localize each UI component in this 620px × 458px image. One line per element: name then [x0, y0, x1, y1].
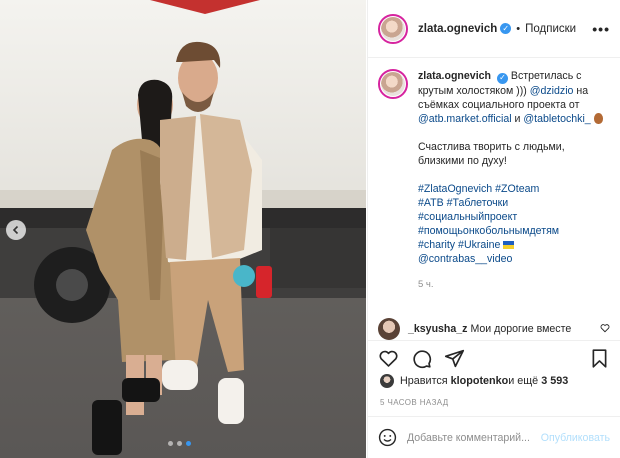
- comment-like-heart-icon[interactable]: [600, 323, 610, 336]
- post-header: zlata.ognevich ✓ • Подписки •••: [368, 0, 620, 58]
- mention-link[interactable]: @contrabas__video: [418, 253, 512, 265]
- likes-summary: Нравится klopotenko и ещё 3 593: [380, 374, 610, 388]
- comment-text: Мои дорогие вместе: [470, 323, 572, 335]
- publish-button[interactable]: Опубликовать: [541, 432, 610, 444]
- mention-link[interactable]: @atb.market.official: [418, 113, 512, 125]
- more-options-icon[interactable]: •••: [592, 21, 610, 37]
- likes-prefix: Нравится: [400, 375, 448, 387]
- carousel-dot-active: [186, 441, 191, 446]
- photo-illustration: [0, 0, 366, 458]
- caption-text-3: и: [511, 112, 524, 125]
- hashtag-link[interactable]: #помощьонкобольнымдетям: [418, 225, 559, 237]
- liker-avatar[interactable]: [380, 374, 394, 388]
- mention-link[interactable]: @tabletochki_: [523, 113, 590, 125]
- share-icon[interactable]: [444, 348, 465, 369]
- post-side-panel: zlata.ognevich ✓ • Подписки ••• zlata.og…: [367, 0, 620, 458]
- pin-emoji-icon: [593, 112, 603, 124]
- comment-item: _ksyusha_z Мои дорогие вместе: [378, 318, 610, 340]
- verified-badge-icon: ✓: [496, 72, 508, 84]
- emoji-icon[interactable]: [378, 428, 397, 447]
- carousel-dot: [177, 441, 182, 446]
- ukraine-flag-icon: [503, 240, 515, 249]
- hashtag-link[interactable]: #АТВ: [418, 197, 444, 209]
- mention-link[interactable]: @dzidzio: [530, 85, 574, 97]
- hashtag-link[interactable]: #социальныйпроект: [418, 211, 517, 223]
- caption-time: 5 ч.: [418, 278, 434, 290]
- header-username[interactable]: zlata.ognevich: [418, 23, 497, 35]
- carousel-prev-button[interactable]: [6, 220, 26, 240]
- likes-middle: и ещё: [508, 375, 539, 387]
- caption-paragraph: Счастлива творить с людьми, близкими по …: [418, 140, 565, 167]
- hashtag-link[interactable]: #ZOteam: [495, 183, 539, 195]
- chevron-left-icon: [12, 225, 19, 235]
- avatar[interactable]: [378, 13, 408, 44]
- hashtag-link[interactable]: #ZlataOgnevich: [418, 183, 492, 195]
- comment-avatar[interactable]: [378, 318, 400, 340]
- post-actions: [368, 340, 620, 376]
- caption-avatar[interactable]: [378, 69, 408, 99]
- caption-area: zlata.ognevich ✓ Встретилась с крутым хо…: [368, 59, 620, 340]
- verified-badge-icon: ✓: [500, 23, 512, 34]
- separator: •: [516, 22, 521, 35]
- carousel-indicator: [168, 441, 191, 446]
- heart-icon[interactable]: [378, 348, 399, 369]
- add-comment-bar: Опубликовать: [368, 416, 620, 458]
- following-button[interactable]: Подписки: [525, 23, 576, 35]
- carousel-dot: [168, 441, 173, 446]
- comment-username[interactable]: _ksyusha_z: [408, 323, 467, 335]
- hashtag-link[interactable]: #charity: [418, 239, 455, 251]
- comment-input[interactable]: [407, 431, 535, 444]
- hashtag-link[interactable]: #Таблеточки: [447, 197, 509, 209]
- caption-username[interactable]: zlata.ognevich: [418, 70, 491, 82]
- caption-text: zlata.ognevich ✓ Встретилась с крутым хо…: [418, 69, 610, 292]
- post-timestamp[interactable]: 5 ЧАСОВ НАЗАД: [380, 398, 449, 407]
- bookmark-icon[interactable]: [589, 348, 610, 369]
- likes-count[interactable]: 3 593: [541, 375, 568, 387]
- liker-username[interactable]: klopotenko: [451, 375, 509, 387]
- comment-icon[interactable]: [411, 348, 432, 369]
- post-photo[interactable]: [0, 0, 366, 458]
- hashtag-link[interactable]: #Ukraine: [458, 239, 500, 251]
